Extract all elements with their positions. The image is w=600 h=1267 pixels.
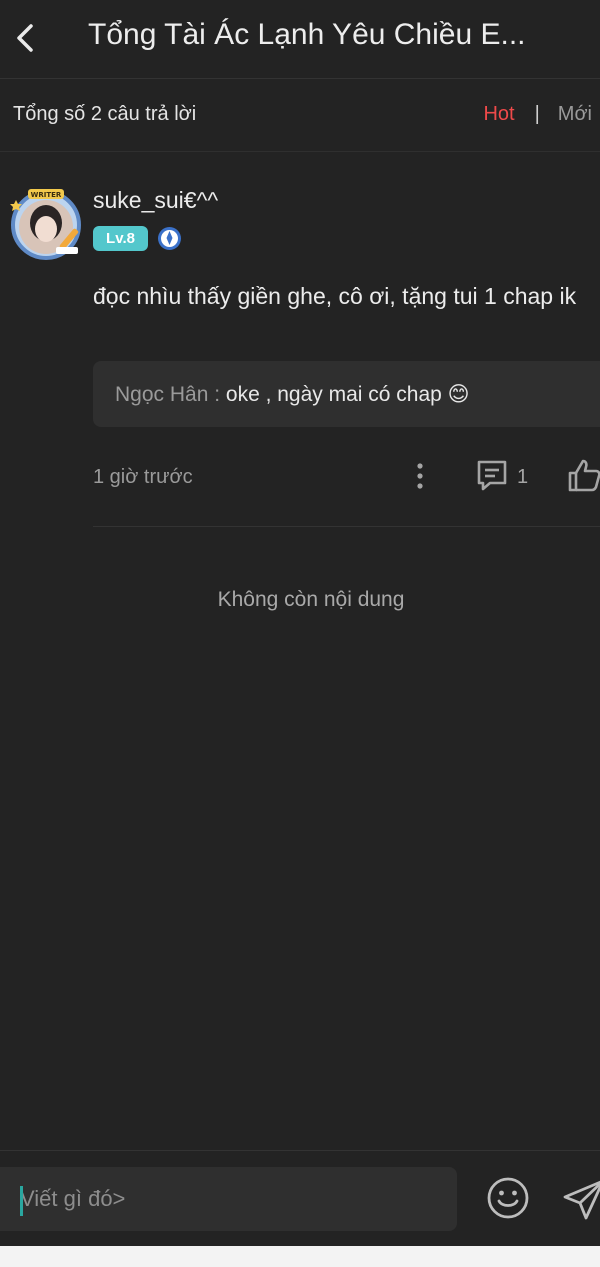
reply-count: 1: [517, 466, 529, 488]
text-caret: [20, 1186, 23, 1216]
comment-body: đọc nhìu thấy giền ghe, cô ơi, tặng tui …: [93, 283, 577, 309]
reply-body: oke , ngày mai có chap 😊: [225, 383, 470, 406]
sort-separator: |: [534, 103, 540, 125]
top-bar: Tổng Tài Ác Lạnh Yêu Chiều E...: [0, 0, 600, 79]
answers-summary-bar: Tổng số 2 câu trả lời Hot | Mới: [0, 79, 600, 152]
level-badge: Lv.8: [93, 226, 148, 251]
emoji-button[interactable]: [486, 1176, 530, 1220]
chevron-left-icon: [17, 24, 33, 52]
smiley-icon: [487, 1177, 529, 1219]
back-button[interactable]: [8, 18, 48, 58]
page-title: Tổng Tài Ác Lạnh Yêu Chiều E...: [88, 18, 526, 51]
verified-badge-icon: [158, 227, 181, 250]
avatar-badge-text: WRITER: [31, 191, 62, 199]
system-nav-strip: [0, 1246, 600, 1267]
more-vertical-icon: [417, 463, 423, 489]
reply-line: Ngọc Hân : oke , ngày mai có chap 😊: [115, 382, 470, 407]
comment-username[interactable]: suke_sui€^^: [93, 187, 218, 214]
reply-button[interactable]: [474, 458, 510, 494]
avatar[interactable]: WRITER: [8, 185, 84, 261]
comment-icon: [477, 460, 507, 491]
send-icon: [563, 1180, 600, 1220]
divider: [93, 526, 600, 527]
sort-tabs: Hot | Mới: [483, 103, 592, 126]
more-options-button[interactable]: [410, 460, 430, 492]
no-more-content-label: Không còn nội dung: [217, 588, 405, 611]
comment-timestamp: 1 giờ trước: [93, 466, 193, 488]
comment-input[interactable]: [0, 1167, 457, 1231]
like-button[interactable]: [566, 456, 600, 496]
composer-bar: [0, 1150, 600, 1247]
tab-new[interactable]: Mới: [558, 103, 592, 126]
reply-preview[interactable]: Ngọc Hân : oke , ngày mai có chap 😊: [93, 361, 600, 427]
tab-hot[interactable]: Hot: [483, 103, 514, 126]
send-button[interactable]: [562, 1177, 600, 1221]
reply-author: Ngọc Hân :: [115, 383, 226, 406]
answer-count: Tổng số 2 câu trả lời: [13, 103, 197, 125]
thumbs-up-icon: [568, 459, 600, 492]
